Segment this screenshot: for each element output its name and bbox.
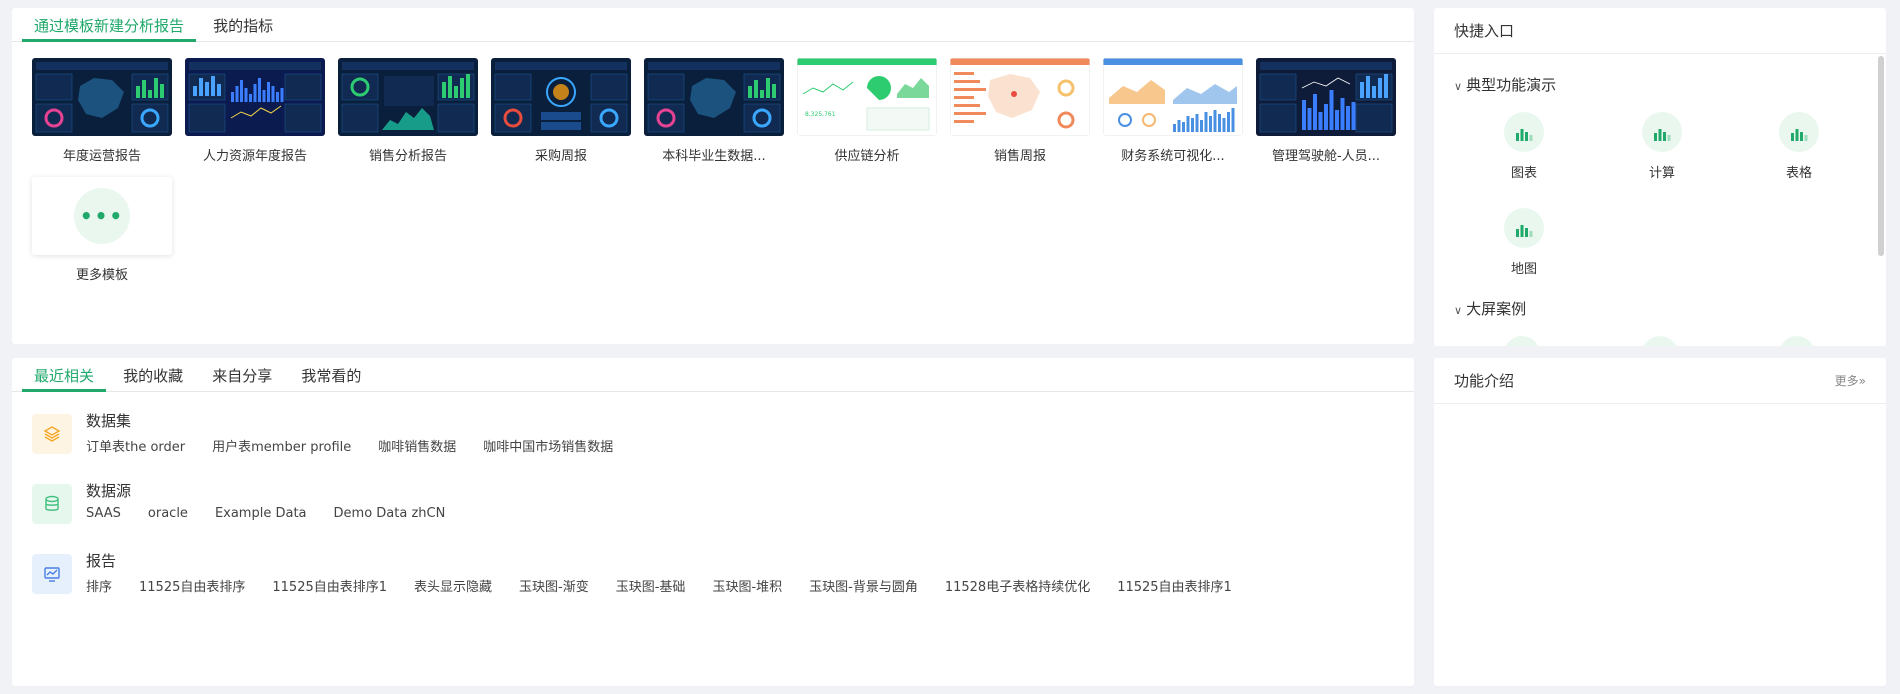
recent-item-link[interactable]: 玉玦图-基础: [616, 580, 686, 595]
tab-template-report[interactable]: 通过模板新建分析报告: [22, 8, 197, 42]
big-screen-item-icon[interactable]: [1504, 336, 1540, 346]
template-name: 人力资源年度报告: [202, 149, 307, 164]
template-name: 年度运营报告: [62, 149, 141, 164]
recent-item-link[interactable]: 咖啡中国市场销售数据: [483, 440, 613, 455]
template-panel: 通过模板新建分析报告 我的指标 年度运营报告 人力资源年度报告 销售分析报告 采购周报…: [12, 8, 1414, 344]
monitor-chart-icon: [32, 554, 72, 594]
template-card[interactable]: 本科毕业生数据...: [644, 58, 784, 164]
recent-item-link[interactable]: 排序: [86, 580, 112, 595]
bar-chart-icon: [1642, 112, 1682, 152]
recent-item-link[interactable]: 玉玦图-渐变: [519, 580, 589, 595]
tab-shared[interactable]: 来自分享: [200, 358, 284, 392]
template-card[interactable]: 财务系统可视化...: [1103, 58, 1243, 164]
template-thumbnail: [32, 58, 172, 136]
recent-item-link[interactable]: 玉玦图-背景与圆角: [809, 580, 918, 595]
recent-panel: 最近相关 我的收藏 来自分享 我常看的 数据集订单表the order 用户表me…: [12, 358, 1414, 686]
template-name: 销售周报: [993, 149, 1046, 164]
template-thumbnail: [644, 58, 784, 136]
template-card[interactable]: 销售周报: [950, 58, 1090, 164]
chevron-down-icon: ∨: [1454, 304, 1463, 317]
group-items: 排序 11525自由表排序 11525自由表排序1 表头显示隐藏 玉玦图-渐变 玉玦图-基…: [86, 576, 1259, 595]
group-title: 报告: [86, 552, 117, 570]
tab-my-metrics[interactable]: 我的指标: [201, 8, 285, 42]
recent-item-link[interactable]: 11525自由表排序1: [272, 580, 387, 595]
tab-favorites[interactable]: 我的收藏: [111, 358, 195, 392]
big-screen-item-icon[interactable]: [1779, 336, 1815, 346]
group-items: SAAS oracle Example Data Demo Data zhCN: [86, 506, 472, 521]
recent-item-link[interactable]: 11525自由表排序: [139, 580, 245, 595]
recent-item-link[interactable]: Example Data: [215, 506, 307, 521]
template-name: 财务系统可视化...: [1121, 149, 1225, 164]
template-card[interactable]: 采购周报: [491, 58, 631, 164]
more-card: •••: [32, 177, 172, 255]
recent-item-link[interactable]: 表头显示隐藏: [414, 580, 492, 595]
quick-entry-label: 图表: [1510, 166, 1537, 181]
recent-item-link[interactable]: 咖啡销售数据: [378, 440, 456, 455]
tab-recent[interactable]: 最近相关: [22, 358, 107, 392]
recent-item-link[interactable]: 11528电子表格持续优化: [945, 580, 1090, 595]
feature-intro-header: 功能介绍 更多»: [1434, 358, 1886, 404]
template-card[interactable]: 人力资源年度报告: [185, 58, 325, 164]
template-name: 供应链分析: [834, 149, 900, 164]
recent-item-link[interactable]: 订单表the order: [86, 440, 185, 455]
layers-icon: [32, 414, 72, 454]
template-name: 本科毕业生数据...: [662, 149, 766, 164]
recent-item-link[interactable]: 用户表member profile: [212, 440, 351, 455]
template-name: 采购周报: [534, 149, 587, 164]
group-title: 数据源: [86, 482, 132, 500]
quick-entry-label: 计算: [1648, 166, 1675, 181]
chevron-down-icon: ∨: [1454, 80, 1463, 93]
bar-chart-icon: [1779, 112, 1819, 152]
big-screen-item-icon[interactable]: [1642, 336, 1678, 346]
quick-entry-item[interactable]: 图表: [1484, 112, 1564, 181]
quick-entry-item[interactable]: 表格: [1759, 112, 1839, 181]
template-name: 销售分析报告: [368, 149, 447, 164]
section-feature-demo[interactable]: ∨ 典型功能演示: [1454, 74, 1556, 95]
quick-entry-label: 表格: [1785, 166, 1812, 181]
recent-item-link[interactable]: 11525自由表排序1: [1117, 580, 1232, 595]
template-thumbnail: [491, 58, 631, 136]
svg-text:8,325,761: 8,325,761: [805, 111, 836, 118]
template-thumbnail: [185, 58, 325, 136]
feature-intro-panel: 功能介绍 更多»: [1434, 358, 1886, 686]
quick-entry-item[interactable]: 计算: [1622, 112, 1702, 181]
tab-frequent[interactable]: 我常看的: [289, 358, 373, 392]
template-thumbnail: [1256, 58, 1396, 136]
database-icon: [32, 484, 72, 524]
recent-item-link[interactable]: Demo Data zhCN: [334, 506, 446, 521]
quick-entry-panel: 快捷入口 ∨ 典型功能演示 图表 计算 表格地图 ∨ 大屏案例: [1434, 8, 1886, 346]
template-card[interactable]: 8,325,761 供应链分析: [797, 58, 937, 164]
more-link[interactable]: 更多»: [1835, 358, 1866, 404]
template-thumbnail: [1103, 58, 1243, 136]
template-card[interactable]: 管理驾驶舱-人员...: [1256, 58, 1396, 164]
section-big-screen[interactable]: ∨ 大屏案例: [1454, 298, 1526, 319]
recent-item-link[interactable]: oracle: [148, 506, 188, 521]
group-title: 数据集: [86, 412, 132, 430]
template-thumbnail: 8,325,761: [797, 58, 937, 136]
bar-chart-icon: [1504, 208, 1544, 248]
recent-item-link[interactable]: SAAS: [86, 506, 121, 521]
template-tabs: 通过模板新建分析报告 我的指标: [12, 8, 1414, 42]
template-name: 管理驾驶舱-人员...: [1271, 149, 1381, 164]
more-templates-card[interactable]: ••• 更多模板: [32, 177, 172, 283]
bar-chart-icon: [1504, 112, 1544, 152]
template-thumbnail: [338, 58, 478, 136]
recent-tabs: 最近相关 我的收藏 来自分享 我常看的: [12, 358, 1414, 392]
group-items: 订单表the order 用户表member profile 咖啡销售数据 咖啡中国市…: [86, 436, 640, 455]
quick-entry-scrollbar[interactable]: [1878, 56, 1884, 256]
feature-intro-title: 功能介绍: [1454, 372, 1515, 390]
quick-entry-label: 地图: [1510, 262, 1537, 277]
more-dots-icon: •••: [74, 188, 130, 244]
template-card[interactable]: 年度运营报告: [32, 58, 172, 164]
recent-item-link[interactable]: 玉玦图-堆积: [712, 580, 782, 595]
more-templates-label: 更多模板: [75, 268, 128, 283]
template-card[interactable]: 销售分析报告: [338, 58, 478, 164]
quick-entry-item[interactable]: 地图: [1484, 208, 1564, 277]
quick-entry-title: 快捷入口: [1434, 8, 1886, 54]
template-thumbnail: [950, 58, 1090, 136]
